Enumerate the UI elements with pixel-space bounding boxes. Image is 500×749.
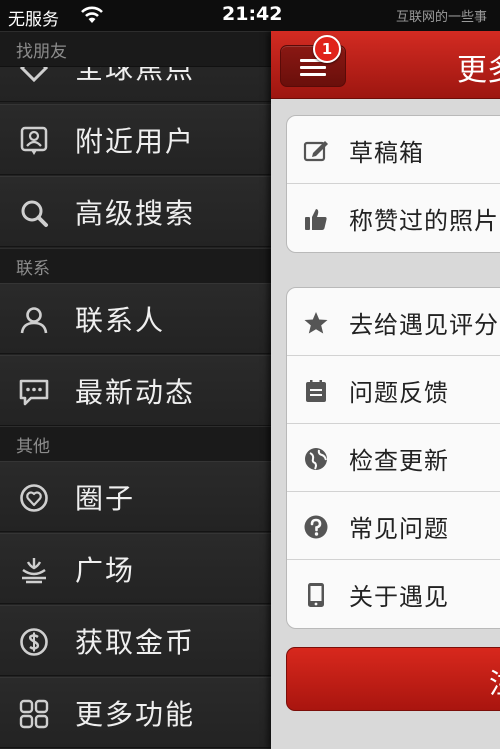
list-item-label: 草稿箱 — [349, 139, 424, 167]
list-item-label: 称赞过的照片 — [349, 207, 499, 235]
drawer-item-nearby-users[interactable]: 附近用户 — [0, 104, 271, 175]
nearby-user-icon — [20, 126, 48, 155]
list-item-rate-app[interactable]: 去给遇见评分 — [287, 288, 500, 356]
contact-person-icon — [20, 307, 48, 334]
drawer-item-label: 联系人 — [75, 304, 166, 337]
coin-icon — [20, 628, 48, 656]
list-item-label: 问题反馈 — [349, 379, 449, 407]
grid-icon — [19, 699, 49, 729]
drawer-item-circles[interactable]: 圈子 — [0, 461, 271, 532]
page-title: 更多 — [457, 53, 500, 88]
drawer-item-label: 广场 — [75, 554, 136, 587]
drawer-item-label: 圈子 — [75, 482, 136, 515]
drawer-item-advanced-search[interactable]: 高级搜索 — [0, 176, 271, 247]
drawer-item-label: 获取金币 — [75, 626, 196, 659]
drawer-item-label: 最新动态 — [75, 376, 196, 409]
drawer-item-plaza[interactable]: 广场 — [0, 533, 271, 604]
chat-bubble-icon — [19, 379, 49, 406]
list-item-liked-photos[interactable]: 称赞过的照片 — [287, 184, 500, 252]
draft-edit-icon — [303, 141, 328, 162]
list-item-faq[interactable]: 常见问题 — [287, 492, 500, 560]
side-drawer: 全球焦点 找朋友 附近用户 高级搜索 联系 联系人 最新动态 其他 圈子 广场 … — [0, 31, 271, 749]
drawer-item-label: 高级搜索 — [75, 197, 196, 230]
list-item-feedback[interactable]: 问题反馈 — [287, 356, 500, 424]
nav-bar: 1 更多 — [271, 31, 500, 99]
drawer-item-label: 附近用户 — [75, 125, 196, 158]
list-item-label: 关于遇见 — [349, 583, 449, 611]
drawer-item-contacts[interactable]: 联系人 — [0, 283, 271, 354]
globe-icon — [305, 448, 327, 470]
settings-group-2: 去给遇见评分 问题反馈 检查更新 常见问题 关于遇见 — [286, 287, 500, 629]
section-header-label: 其他 — [16, 437, 50, 457]
carrier-label: 无服务 — [8, 10, 59, 30]
notification-badge: 1 — [313, 35, 341, 63]
list-item-about[interactable]: 关于遇见 — [287, 560, 500, 628]
section-header-label: 找朋友 — [16, 42, 67, 62]
drawer-item-latest-updates[interactable]: 最新动态 — [0, 355, 271, 426]
status-bar: 无服务 21:42 互联网的一些事 — [0, 0, 500, 31]
logout-button-label: 注 — [489, 662, 500, 702]
list-item-label: 检查更新 — [349, 447, 449, 475]
search-icon — [21, 200, 48, 227]
drawer-item-more-features[interactable]: 更多功能 — [0, 677, 271, 748]
notepad-icon — [306, 380, 326, 402]
wifi-icon — [81, 6, 103, 23]
thumbs-up-icon — [305, 209, 327, 230]
phone-icon — [308, 583, 324, 607]
drawer-item-label: 更多功能 — [75, 698, 196, 731]
settings-group-1: 草稿箱 称赞过的照片 — [286, 115, 500, 253]
star-icon — [304, 312, 328, 334]
section-header-other: 其他 — [0, 426, 271, 462]
drawer-item-get-coins[interactable]: 获取金币 — [0, 605, 271, 676]
fountain-icon — [22, 558, 46, 584]
clock-time: 21:42 — [222, 3, 283, 25]
more-panel: 1 更多 草稿箱 称赞过的照片 去给遇见评分 — [271, 31, 500, 749]
watermark-text: 互联网的一些事 — [396, 10, 488, 25]
section-header-find-friends: 找朋友 — [0, 31, 271, 67]
list-item-label: 去给遇见评分 — [349, 311, 499, 339]
list-item-drafts[interactable]: 草稿箱 — [287, 116, 500, 184]
section-header-label: 联系 — [16, 259, 50, 279]
question-icon — [304, 515, 328, 539]
list-item-check-update[interactable]: 检查更新 — [287, 424, 500, 492]
logout-button[interactable]: 注 — [286, 647, 500, 711]
list-item-label: 常见问题 — [349, 515, 449, 543]
section-header-contacts: 联系 — [0, 248, 271, 284]
circle-icon — [20, 484, 48, 512]
